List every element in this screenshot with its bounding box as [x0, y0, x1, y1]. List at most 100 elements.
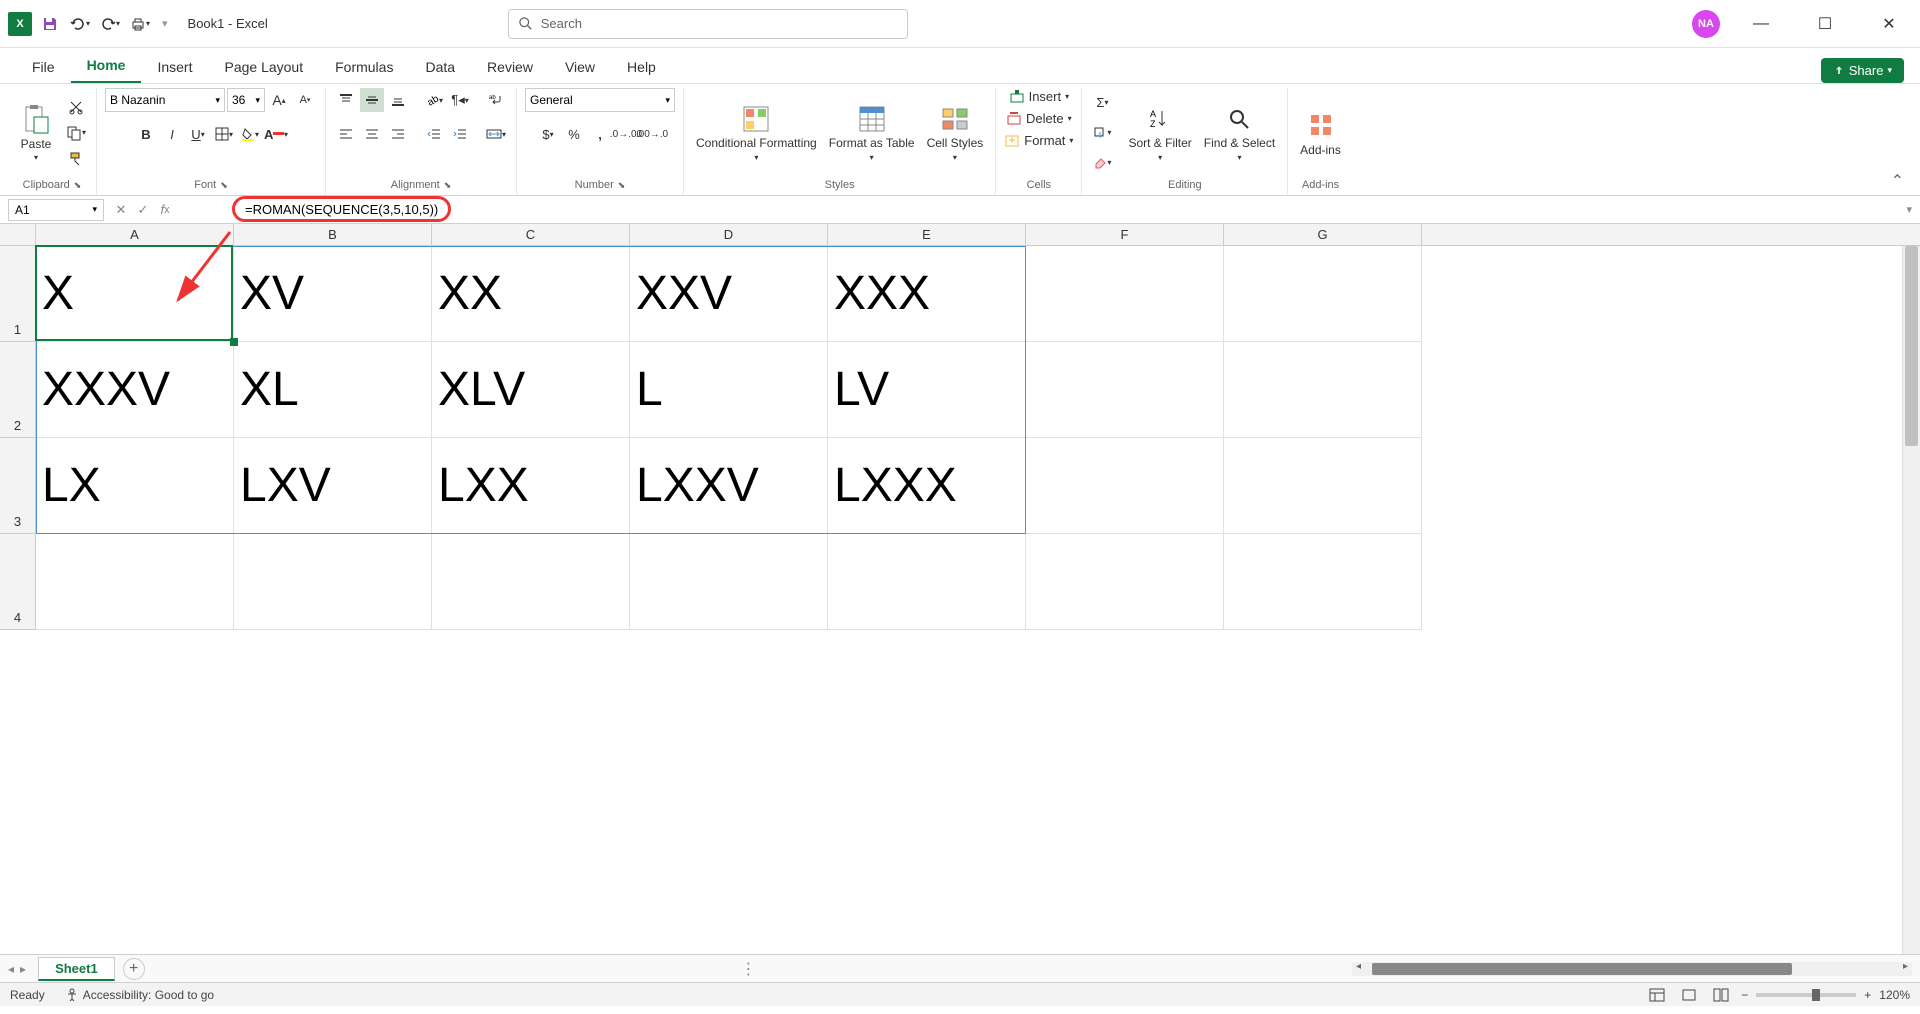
cell-styles-button[interactable]: Cell Styles▾	[923, 99, 988, 165]
align-left-icon[interactable]	[334, 122, 358, 146]
cell[interactable]	[1224, 438, 1422, 534]
col-header-b[interactable]: B	[234, 224, 432, 245]
maximize-button[interactable]: ☐	[1802, 9, 1848, 39]
zoom-out-button[interactable]: −	[1741, 988, 1748, 1002]
fill-color-icon[interactable]: ▾	[238, 122, 262, 146]
undo-icon[interactable]: ▾	[68, 12, 92, 36]
tab-review[interactable]: Review	[471, 51, 549, 83]
cell[interactable]: L	[630, 342, 828, 438]
collapse-ribbon-icon[interactable]: ⌃	[1883, 167, 1912, 195]
normal-view-icon[interactable]	[1645, 985, 1669, 1005]
col-header-e[interactable]: E	[828, 224, 1026, 245]
zoom-slider[interactable]	[1756, 993, 1856, 997]
accessibility-status[interactable]: Accessibility: Good to go	[65, 988, 214, 1002]
tab-insert[interactable]: Insert	[141, 51, 208, 83]
hscroll-left-icon[interactable]: ◂	[1356, 961, 1361, 972]
cell[interactable]	[1224, 342, 1422, 438]
autosum-icon[interactable]: Σ▾	[1090, 91, 1114, 115]
cell[interactable]: XXX	[828, 246, 1026, 342]
number-launcher-icon[interactable]: ⬊	[618, 180, 626, 191]
horizontal-scrollbar[interactable]: ◂ ▸	[1352, 962, 1912, 976]
sort-filter-button[interactable]: AZ Sort & Filter▾	[1124, 99, 1195, 165]
clear-icon[interactable]: ▾	[1090, 151, 1114, 175]
font-size-combo[interactable]: 36▾	[227, 88, 265, 112]
cell[interactable]: XL	[234, 342, 432, 438]
bold-button[interactable]: B	[134, 122, 158, 146]
underline-button[interactable]: U▾	[186, 122, 210, 146]
col-header-c[interactable]: C	[432, 224, 630, 245]
align-right-icon[interactable]	[386, 122, 410, 146]
zoom-in-button[interactable]: +	[1864, 988, 1871, 1002]
zoom-level[interactable]: 120%	[1879, 988, 1910, 1002]
zoom-slider-thumb[interactable]	[1812, 989, 1820, 1001]
insert-cells-button[interactable]: Insert▾	[1009, 88, 1070, 104]
rtl-icon[interactable]: ¶◂▾	[448, 88, 472, 112]
cell[interactable]	[36, 534, 234, 630]
tab-view[interactable]: View	[549, 51, 611, 83]
fill-icon[interactable]: ▾	[1090, 121, 1114, 145]
increase-indent-icon[interactable]	[448, 122, 472, 146]
copy-icon[interactable]: ▾	[64, 121, 88, 145]
cell[interactable]	[432, 534, 630, 630]
select-all-corner[interactable]	[0, 224, 36, 245]
orientation-icon[interactable]: ab▾	[422, 88, 446, 112]
fill-handle[interactable]	[230, 338, 238, 346]
formula-enter-icon[interactable]: ✓	[132, 199, 154, 221]
cell[interactable]: LXV	[234, 438, 432, 534]
tab-page-layout[interactable]: Page Layout	[208, 51, 319, 83]
tab-help[interactable]: Help	[611, 51, 672, 83]
cell[interactable]	[1026, 246, 1224, 342]
minimize-button[interactable]: —	[1738, 9, 1784, 39]
find-select-button[interactable]: Find & Select▾	[1200, 99, 1279, 165]
delete-cells-button[interactable]: Delete▾	[1006, 110, 1072, 126]
increase-decimal-icon[interactable]: .0→.00	[614, 122, 638, 146]
sheet-nav-next-icon[interactable]: ▸	[20, 962, 26, 976]
wrap-text-icon[interactable]: ab	[484, 88, 508, 112]
horizontal-scrollbar-thumb[interactable]	[1372, 963, 1792, 975]
cell[interactable]	[1026, 342, 1224, 438]
comma-format-icon[interactable]: ,	[588, 122, 612, 146]
cell[interactable]	[234, 534, 432, 630]
cell[interactable]: LXXV	[630, 438, 828, 534]
accounting-format-icon[interactable]: $▾	[536, 122, 560, 146]
page-layout-view-icon[interactable]	[1677, 985, 1701, 1005]
tab-file[interactable]: File	[16, 51, 71, 83]
expand-formula-bar-icon[interactable]: ▾	[1906, 203, 1912, 216]
row-header-2[interactable]: 2	[0, 342, 36, 438]
sheet-tab-sheet1[interactable]: Sheet1	[38, 957, 115, 981]
share-button[interactable]: Share ▾	[1821, 58, 1904, 83]
cells-container[interactable]: LXXXLXXVLXXLXVLXLVLXLVXLXXXVXXXXXVXXXVX	[36, 246, 1486, 746]
alignment-launcher-icon[interactable]: ⬊	[444, 180, 452, 191]
cell[interactable]: LX	[36, 438, 234, 534]
cell[interactable]: XLV	[432, 342, 630, 438]
decrease-decimal-icon[interactable]: .00→.0	[640, 122, 664, 146]
tab-home[interactable]: Home	[71, 49, 142, 83]
cell[interactable]: X	[36, 246, 234, 342]
name-box[interactable]: A1▾	[8, 199, 104, 221]
cell[interactable]	[828, 534, 1026, 630]
align-bottom-icon[interactable]	[386, 88, 410, 112]
decrease-indent-icon[interactable]	[422, 122, 446, 146]
col-header-a[interactable]: A	[36, 224, 234, 245]
cell[interactable]: XV	[234, 246, 432, 342]
number-format-combo[interactable]: General▾	[525, 88, 675, 112]
print-icon[interactable]: ▾	[128, 12, 152, 36]
cell[interactable]	[1224, 246, 1422, 342]
hscroll-right-icon[interactable]: ▸	[1903, 961, 1908, 972]
cell[interactable]	[1224, 534, 1422, 630]
cell[interactable]	[1026, 438, 1224, 534]
vertical-scrollbar-thumb[interactable]	[1905, 246, 1918, 446]
vertical-scrollbar[interactable]	[1902, 246, 1920, 954]
addins-button[interactable]: Add-ins	[1296, 105, 1345, 161]
tab-data[interactable]: Data	[409, 51, 471, 83]
save-icon[interactable]	[38, 12, 62, 36]
font-launcher-icon[interactable]: ⬊	[220, 180, 228, 191]
font-color-icon[interactable]: A▾	[264, 122, 288, 146]
cell[interactable]: LXX	[432, 438, 630, 534]
search-box[interactable]: Search	[508, 9, 908, 39]
decrease-font-icon[interactable]: A▾	[293, 88, 317, 112]
formula-input[interactable]: =ROMAN(SEQUENCE(3,5,10,5))	[176, 202, 1906, 217]
font-name-combo[interactable]: B Nazanin▾	[105, 88, 225, 112]
close-button[interactable]: ✕	[1866, 9, 1912, 39]
cell[interactable]: XXV	[630, 246, 828, 342]
